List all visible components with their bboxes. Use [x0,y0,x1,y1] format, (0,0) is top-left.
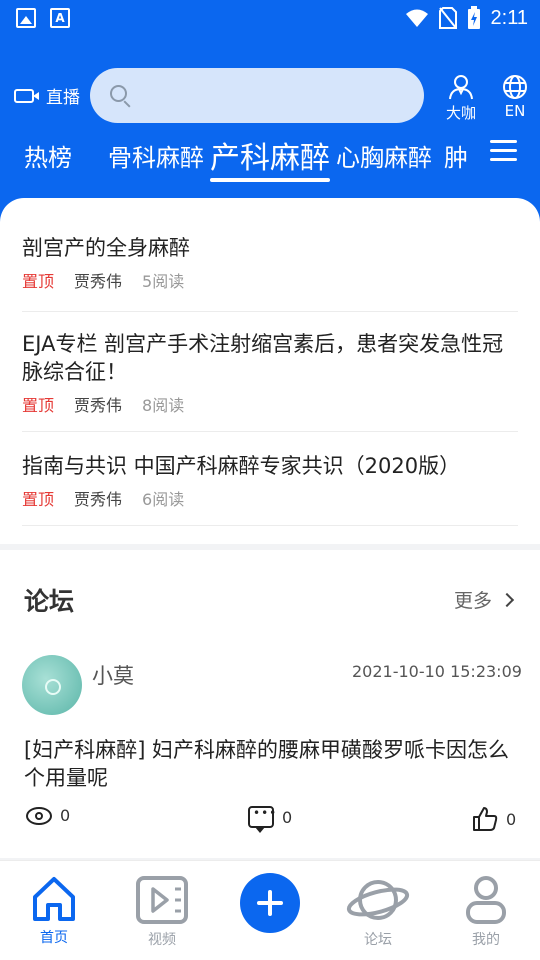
article-title: EJA专栏 剖宫产手术注射缩宫素后，患者突发急性冠脉综合征！ [22,332,504,384]
nav-video-label: 视频 [148,932,176,948]
expert-user-icon [449,75,473,100]
nav-profile-label: 我的 [472,932,500,948]
language-label: EN [504,102,526,120]
article-reads: 5阅读 [142,272,185,291]
forum-more-link[interactable]: 更多 [454,586,515,613]
clock: 2:11 [490,6,528,29]
thumbs-up-icon [473,807,498,831]
status-bar: A 2:11 [0,0,540,38]
eye-icon [26,806,52,825]
live-button[interactable]: 直播 [14,83,80,108]
active-tab-indicator [210,178,330,182]
article-item[interactable]: EJA专栏 剖宫产手术注射缩宫素后，患者突发急性冠脉综合征！ 置顶 贾秀伟 8阅… [22,330,518,432]
language-button[interactable]: EN [502,74,528,120]
article-title: 指南与共识 中国产科麻醉专家共识（2020版） [22,454,461,478]
article-author: 贾秀伟 [74,490,123,509]
forum-heading: 论坛 [24,587,75,616]
pinned-badge: 置顶 [22,272,55,291]
article-author: 贾秀伟 [74,272,123,291]
nav-video[interactable]: 视频 [122,875,202,949]
views-count: 0 [60,806,71,825]
article-item[interactable]: 剖宫产的全身麻醉 置顶 贾秀伟 5阅读 [22,234,518,312]
no-sim-icon [438,7,457,29]
search-input[interactable] [140,80,400,110]
section-divider [0,544,540,550]
expert-label: 大咖 [446,104,477,122]
menu-icon[interactable] [490,140,517,162]
nav-home[interactable]: 首页 [14,875,94,947]
nav-profile[interactable]: 我的 [446,875,526,949]
views-stat: 0 [26,806,70,825]
nav-forum-label: 论坛 [364,932,392,948]
avatar[interactable] [22,655,82,715]
more-label: 更多 [454,590,493,612]
likes-stat[interactable]: 0 [472,806,516,832]
video-camera-icon [14,88,39,103]
post-timestamp: 2021-10-10 15:23:09 [352,662,522,681]
post-title[interactable]: [妇产科麻醉] 妇产科麻醉的腰麻甲磺酸罗哌卡因怎么个用量呢 [24,736,518,792]
tab-obstetric-anesthesia[interactable]: 产科麻醉 [210,133,330,177]
article-reads: 8阅读 [142,396,185,415]
user-icon [466,876,506,924]
video-icon [136,876,188,924]
tab-orthopedic-anesthesia[interactable]: 骨科麻醉 [108,138,204,173]
tab-cardiothoracic-anesthesia[interactable]: 心胸麻醉 [336,138,432,173]
article-reads: 6阅读 [142,490,185,509]
planet-icon [346,880,410,920]
likes-count: 0 [506,809,517,829]
article-item[interactable]: 指南与共识 中国产科麻醉专家共识（2020版） 置顶 贾秀伟 6阅读 [22,452,518,526]
gallery-notification-icon [16,8,36,28]
article-title: 剖宫产的全身麻醉 [22,236,190,260]
bottom-nav: 首页 视频 论坛 我的 [0,860,540,960]
comments-stat[interactable]: 0 [248,806,293,833]
globe-icon [503,75,527,99]
search-icon [110,85,127,102]
tab-more-partial[interactable]: 肿 [444,138,468,173]
pinned-badge: 置顶 [22,490,55,509]
tab-hot[interactable]: 热榜 [24,138,72,173]
pinned-badge: 置顶 [22,396,55,415]
comment-icon [248,806,277,833]
post-username[interactable]: 小莫 [92,660,134,690]
expert-button[interactable]: 大咖 [446,74,476,123]
home-icon [33,877,75,921]
battery-charging-icon [467,6,480,29]
wifi-icon [405,9,428,27]
nav-forum[interactable]: 论坛 [338,875,418,949]
article-author: 贾秀伟 [74,396,123,415]
create-post-button[interactable] [240,873,300,933]
nav-home-label: 首页 [40,930,68,946]
search-box[interactable] [90,68,424,123]
live-label: 直播 [46,88,80,108]
category-tabs: 热榜 骨科麻醉 产科麻醉 心胸麻醉 肿 [0,128,540,184]
comments-count: 0 [282,807,293,827]
chevron-right-icon [499,592,515,607]
app-notification-icon: A [50,8,70,28]
